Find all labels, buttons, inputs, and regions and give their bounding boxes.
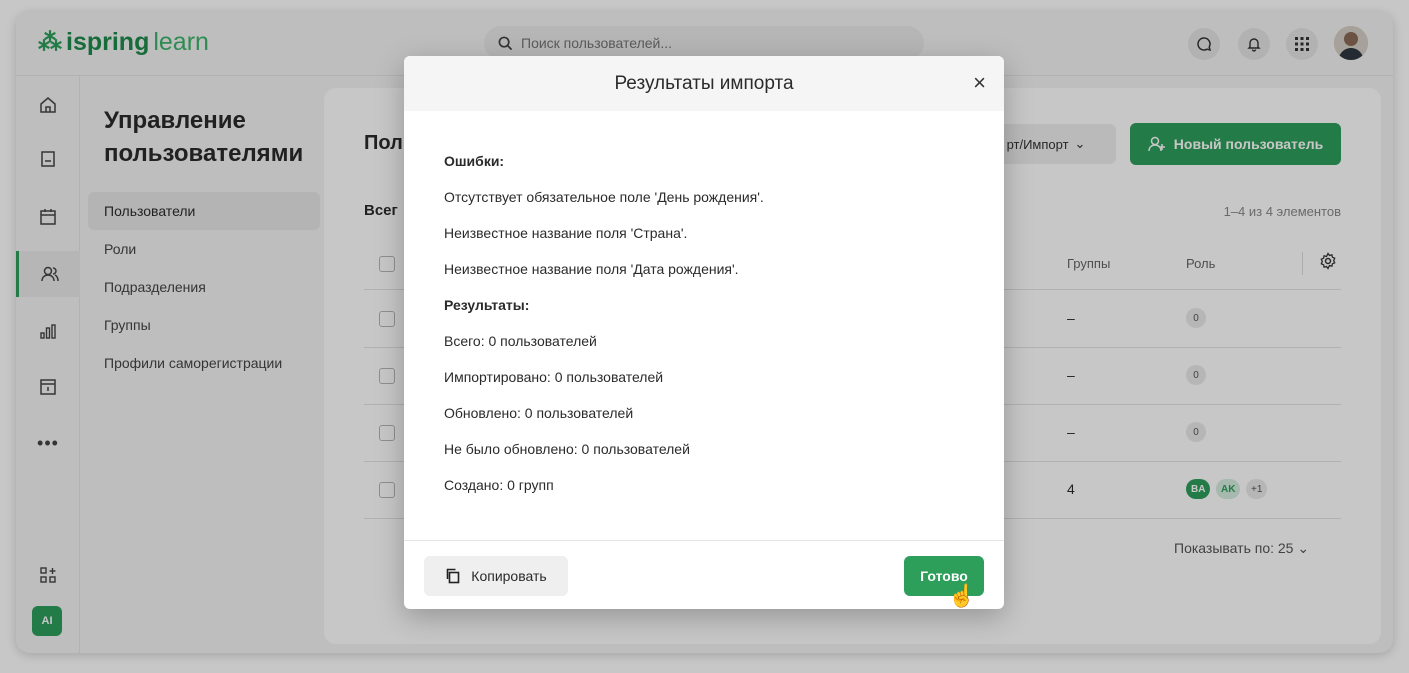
hand-cursor-icon: ☝ <box>948 583 976 608</box>
error-line: Неизвестное название поля 'Страна'. <box>444 225 688 241</box>
error-line: Неизвестное название поля 'Дата рождения… <box>444 261 739 277</box>
dialog-footer: Копировать Готово <box>404 540 1004 609</box>
close-icon: × <box>973 70 986 95</box>
result-line: Всего: 0 пользователей <box>444 333 597 349</box>
dialog-header: Результаты импорта × <box>404 56 1004 111</box>
error-line: Отсутствует обязательное поле 'День рожд… <box>444 189 764 205</box>
copy-icon <box>446 568 460 584</box>
dialog-title: Результаты импорта <box>614 73 794 94</box>
copy-button[interactable]: Копировать <box>424 556 568 596</box>
result-line: Не было обновлено: 0 пользователей <box>444 441 690 457</box>
dialog-body: Ошибки: Отсутствует обязательное поле 'Д… <box>404 111 1004 511</box>
result-line: Создано: 0 групп <box>444 477 554 493</box>
copy-label: Копировать <box>471 568 547 584</box>
result-line: Обновлено: 0 пользователей <box>444 405 634 421</box>
errors-heading: Ошибки: <box>444 153 505 169</box>
close-button[interactable]: × <box>973 70 986 96</box>
results-heading: Результаты: <box>444 297 530 313</box>
result-line: Импортировано: 0 пользователей <box>444 369 664 385</box>
import-results-dialog: Результаты импорта × Ошибки: Отсутствует… <box>404 56 1004 609</box>
